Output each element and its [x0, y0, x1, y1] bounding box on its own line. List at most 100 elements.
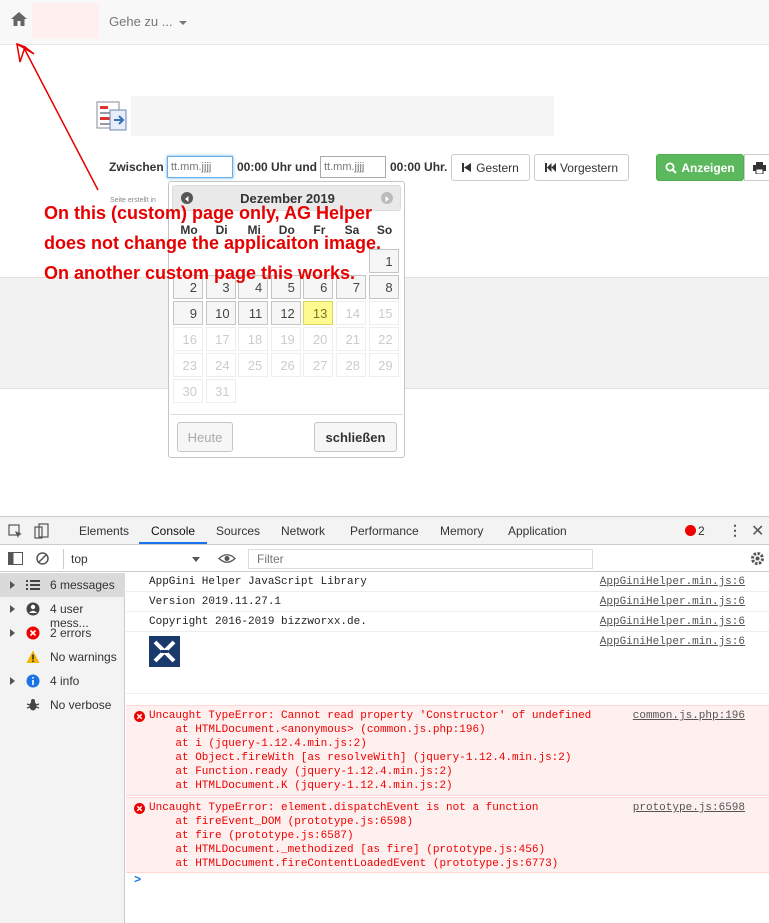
source-link[interactable]: AppGiniHelper.min.js:6: [600, 636, 745, 648]
sidebar-item-label: 6 messages: [50, 578, 115, 592]
expand-arrow-icon[interactable]: [10, 677, 15, 685]
tab-console[interactable]: Console: [151, 524, 195, 538]
sidebar-item-label: No verbose: [50, 698, 112, 712]
sidebar-item-user[interactable]: 4 user mess...: [0, 597, 125, 630]
sidebar-item-list[interactable]: 6 messages: [0, 573, 125, 597]
error-icon[interactable]: [685, 525, 696, 536]
anzeigen-button[interactable]: Anzeigen: [656, 154, 744, 181]
calendar-day[interactable]: 8: [368, 275, 399, 299]
calendar-day: 29: [368, 353, 399, 377]
datepicker-footer-divider: [170, 414, 403, 415]
stack-frame[interactable]: at Object.fireWith [as resolveWith] (jqu…: [149, 752, 571, 764]
sidebar-item-label: No warnings: [50, 650, 117, 664]
gestern-button[interactable]: Gestern: [451, 154, 530, 181]
calendar-day: 22: [368, 327, 399, 351]
error-icon: [134, 803, 145, 814]
more-options-icon[interactable]: ⋮: [728, 522, 742, 539]
filter-input[interactable]: [248, 549, 593, 569]
calendar-day[interactable]: 10: [205, 301, 236, 325]
console-message: AppGiniHelper.min.js:6: [126, 632, 769, 694]
calendar-day: 14: [336, 301, 366, 325]
message-text: Copyright 2016-2019 bizzworxx.de.: [149, 616, 367, 628]
source-link[interactable]: AppGiniHelper.min.js:6: [600, 596, 745, 608]
sidebar-item-label: 2 errors: [50, 626, 92, 640]
tab-performance[interactable]: Performance: [350, 524, 419, 538]
calendar-day[interactable]: 11: [238, 301, 269, 325]
device-toolbar-icon[interactable]: [34, 523, 49, 539]
sidebar-item-warning[interactable]: No warnings: [0, 645, 125, 669]
context-selector[interactable]: top: [63, 549, 207, 569]
calendar-day: 28: [336, 353, 366, 377]
goto-menu[interactable]: Gehe zu ...: [109, 14, 187, 29]
source-link[interactable]: AppGiniHelper.min.js:6: [600, 576, 745, 588]
stack-frame[interactable]: at HTMLDocument.K (jquery-1.12.4.min.js:…: [149, 780, 452, 792]
bug-icon: [26, 698, 40, 712]
vorgestern-label: Vorgestern: [559, 160, 619, 175]
user-icon: [26, 602, 40, 616]
calendar-day: 24: [205, 353, 236, 377]
devtools-tabbar: Elements Console Sources Network Performance…: [0, 517, 769, 545]
expand-arrow-icon[interactable]: [10, 581, 15, 589]
console-prompt[interactable]: >: [134, 873, 141, 887]
stack-frame[interactable]: at fireEvent_DOM (prototype.js:6598): [149, 816, 413, 828]
message-text: AppGini Helper JavaScript Library: [149, 576, 367, 588]
tab-sources[interactable]: Sources: [216, 524, 260, 538]
tab-elements[interactable]: Elements: [79, 524, 129, 538]
sidebar-toggle-icon[interactable]: [8, 552, 23, 565]
print-button[interactable]: [744, 154, 769, 181]
print-icon: [752, 161, 766, 174]
home-icon[interactable]: [10, 10, 28, 28]
to-time-label: 00:00 Uhr.: [390, 160, 448, 174]
calendar-day[interactable]: 9: [173, 301, 203, 325]
stack-frame[interactable]: at HTMLDocument.fireContentLoadedEvent (…: [149, 858, 558, 870]
next-month-icon[interactable]: [381, 192, 393, 204]
error-count[interactable]: 2: [698, 524, 705, 538]
tab-application[interactable]: Application: [508, 524, 567, 538]
calendar-day: 20: [303, 327, 334, 351]
calendar-day: 30: [173, 379, 203, 403]
error-source-link[interactable]: common.js.php:196: [633, 710, 745, 722]
calendar-day: 15: [368, 301, 399, 325]
goto-label: Gehe zu ...: [109, 14, 173, 29]
console-message: Version 2019.11.27.1 AppGiniHelper.min.js…: [126, 592, 769, 612]
fast-backward-icon: [544, 163, 556, 172]
calendar-day: 18: [238, 327, 269, 351]
source-link[interactable]: AppGiniHelper.min.js:6: [600, 616, 745, 628]
stack-frame[interactable]: at HTMLDocument.<anonymous> (common.js.p…: [149, 724, 485, 736]
warning-icon: [26, 650, 40, 664]
close-icon[interactable]: ✕: [751, 521, 764, 541]
table-icon: [96, 101, 127, 131]
from-time-label: 00:00 Uhr und: [237, 160, 318, 174]
stack-frame[interactable]: at HTMLDocument._methodized [as fire] (p…: [149, 844, 545, 856]
error-source-link[interactable]: prototype.js:6598: [633, 802, 745, 814]
sidebar-item-error[interactable]: 2 errors: [0, 621, 125, 645]
date-to-input[interactable]: [320, 156, 386, 178]
error-message: Uncaught TypeError: Cannot read property…: [149, 710, 592, 722]
date-from-input[interactable]: [167, 156, 233, 178]
console-sidebar: 6 messages 4 user mess... 2 errors No warni…: [0, 573, 125, 923]
eye-icon[interactable]: [218, 553, 236, 564]
tab-memory[interactable]: Memory: [440, 524, 483, 538]
clear-console-icon[interactable]: [36, 552, 49, 565]
vorgestern-button[interactable]: Vorgestern: [534, 154, 629, 181]
calendar-day[interactable]: 12: [270, 301, 301, 325]
app-logo-placeholder[interactable]: [32, 3, 99, 39]
calendar-day: 27: [303, 353, 334, 377]
stack-frame[interactable]: at i (jquery-1.12.4.min.js:2): [149, 738, 366, 750]
calendar-day[interactable]: 13: [303, 301, 334, 325]
sidebar-item-bug[interactable]: No verbose: [0, 693, 125, 717]
tab-network[interactable]: Network: [281, 524, 325, 538]
today-button[interactable]: Heute: [177, 422, 233, 452]
close-button[interactable]: schließen: [314, 422, 397, 452]
gear-icon[interactable]: [750, 551, 765, 566]
stack-frame[interactable]: at Function.ready (jquery-1.12.4.min.js:…: [149, 766, 452, 778]
context-label: top: [71, 552, 88, 566]
inspect-element-icon[interactable]: [8, 524, 23, 539]
info-icon: [26, 674, 40, 688]
calendar-day: 26: [270, 353, 301, 377]
sidebar-item-info[interactable]: 4 info: [0, 669, 125, 693]
expand-arrow-icon[interactable]: [10, 629, 15, 637]
expand-arrow-icon[interactable]: [10, 605, 15, 613]
stack-frame[interactable]: at fire (prototype.js:6587): [149, 830, 353, 842]
console-error: prototype.js:6598 Uncaught TypeError: ele…: [126, 797, 769, 873]
